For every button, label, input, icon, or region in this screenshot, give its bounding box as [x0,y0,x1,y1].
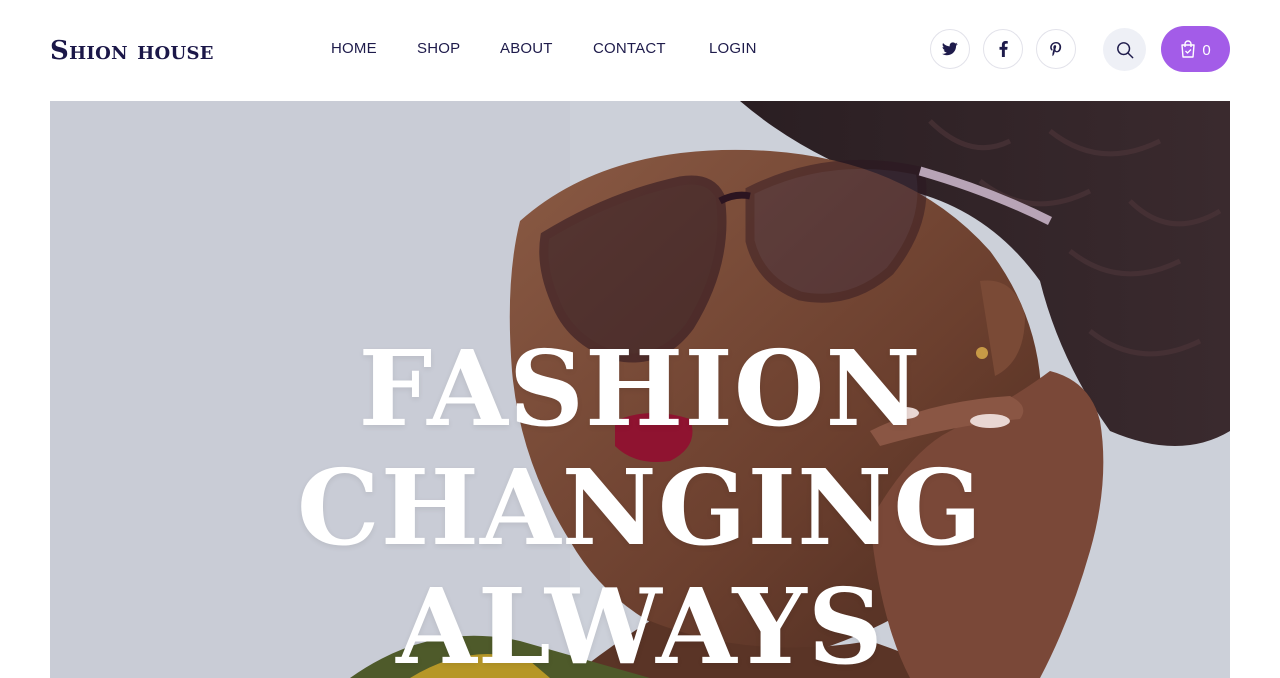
pinterest-button[interactable] [1036,29,1076,69]
nav-about-link[interactable]: ABOUT [500,38,553,60]
shopping-bag-icon [1181,40,1196,58]
hero-banner: FASHION CHANGING ALWAYS [50,101,1230,678]
hero-title-line: ALWAYS [396,565,884,678]
site-header: Shion house HOME SHOP ABOUT CONTACT LOGI… [0,0,1280,100]
nav-home-link[interactable]: HOME [331,38,377,60]
site-logo[interactable]: Shion house [50,34,214,68]
search-icon [1116,41,1133,58]
cart-button[interactable]: 0 [1161,26,1230,72]
twitter-icon [942,42,958,56]
facebook-button[interactable] [983,29,1023,69]
facebook-icon [999,41,1008,57]
cart-count-badge: 0 [1202,41,1211,59]
nav-contact-link[interactable]: CONTACT [593,38,666,60]
twitter-button[interactable] [930,29,970,69]
nav-login-link[interactable]: LOGIN [709,38,757,60]
hero-title: FASHION CHANGING ALWAYS [50,329,1230,678]
hero-title-line: FASHION [358,327,922,450]
nav-shop-link[interactable]: SHOP [417,38,460,60]
search-button[interactable] [1103,28,1146,71]
hero-title-line: CHANGING [296,446,984,569]
pinterest-icon [1050,41,1062,56]
